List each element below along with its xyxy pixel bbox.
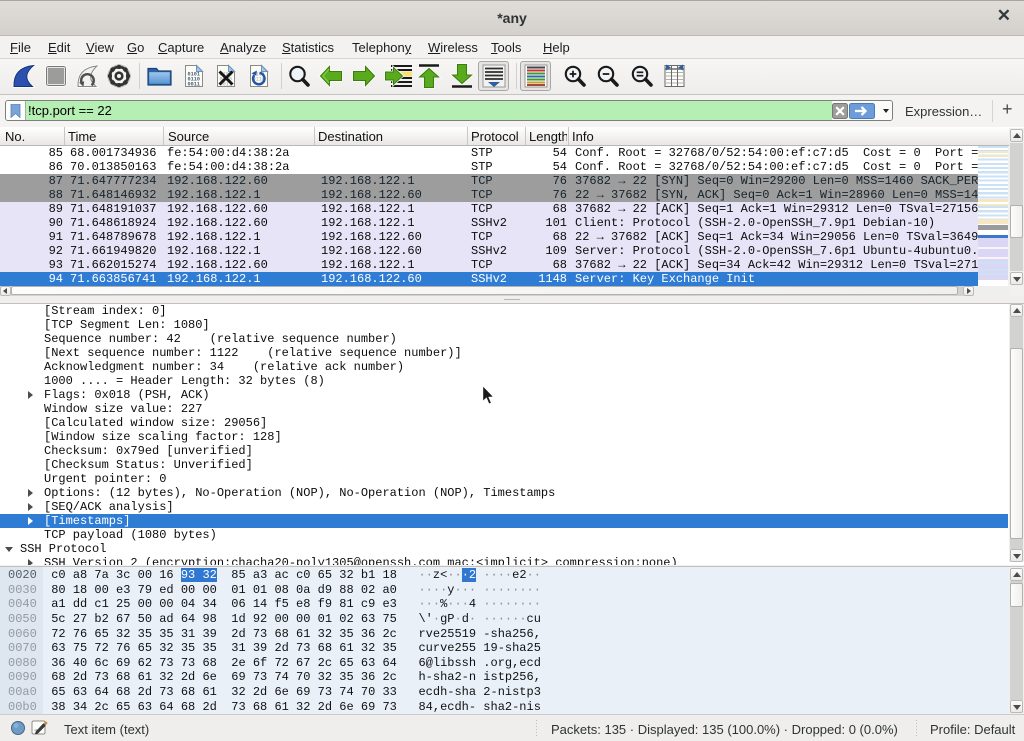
svg-text:0011: 0011 — [188, 82, 200, 88]
